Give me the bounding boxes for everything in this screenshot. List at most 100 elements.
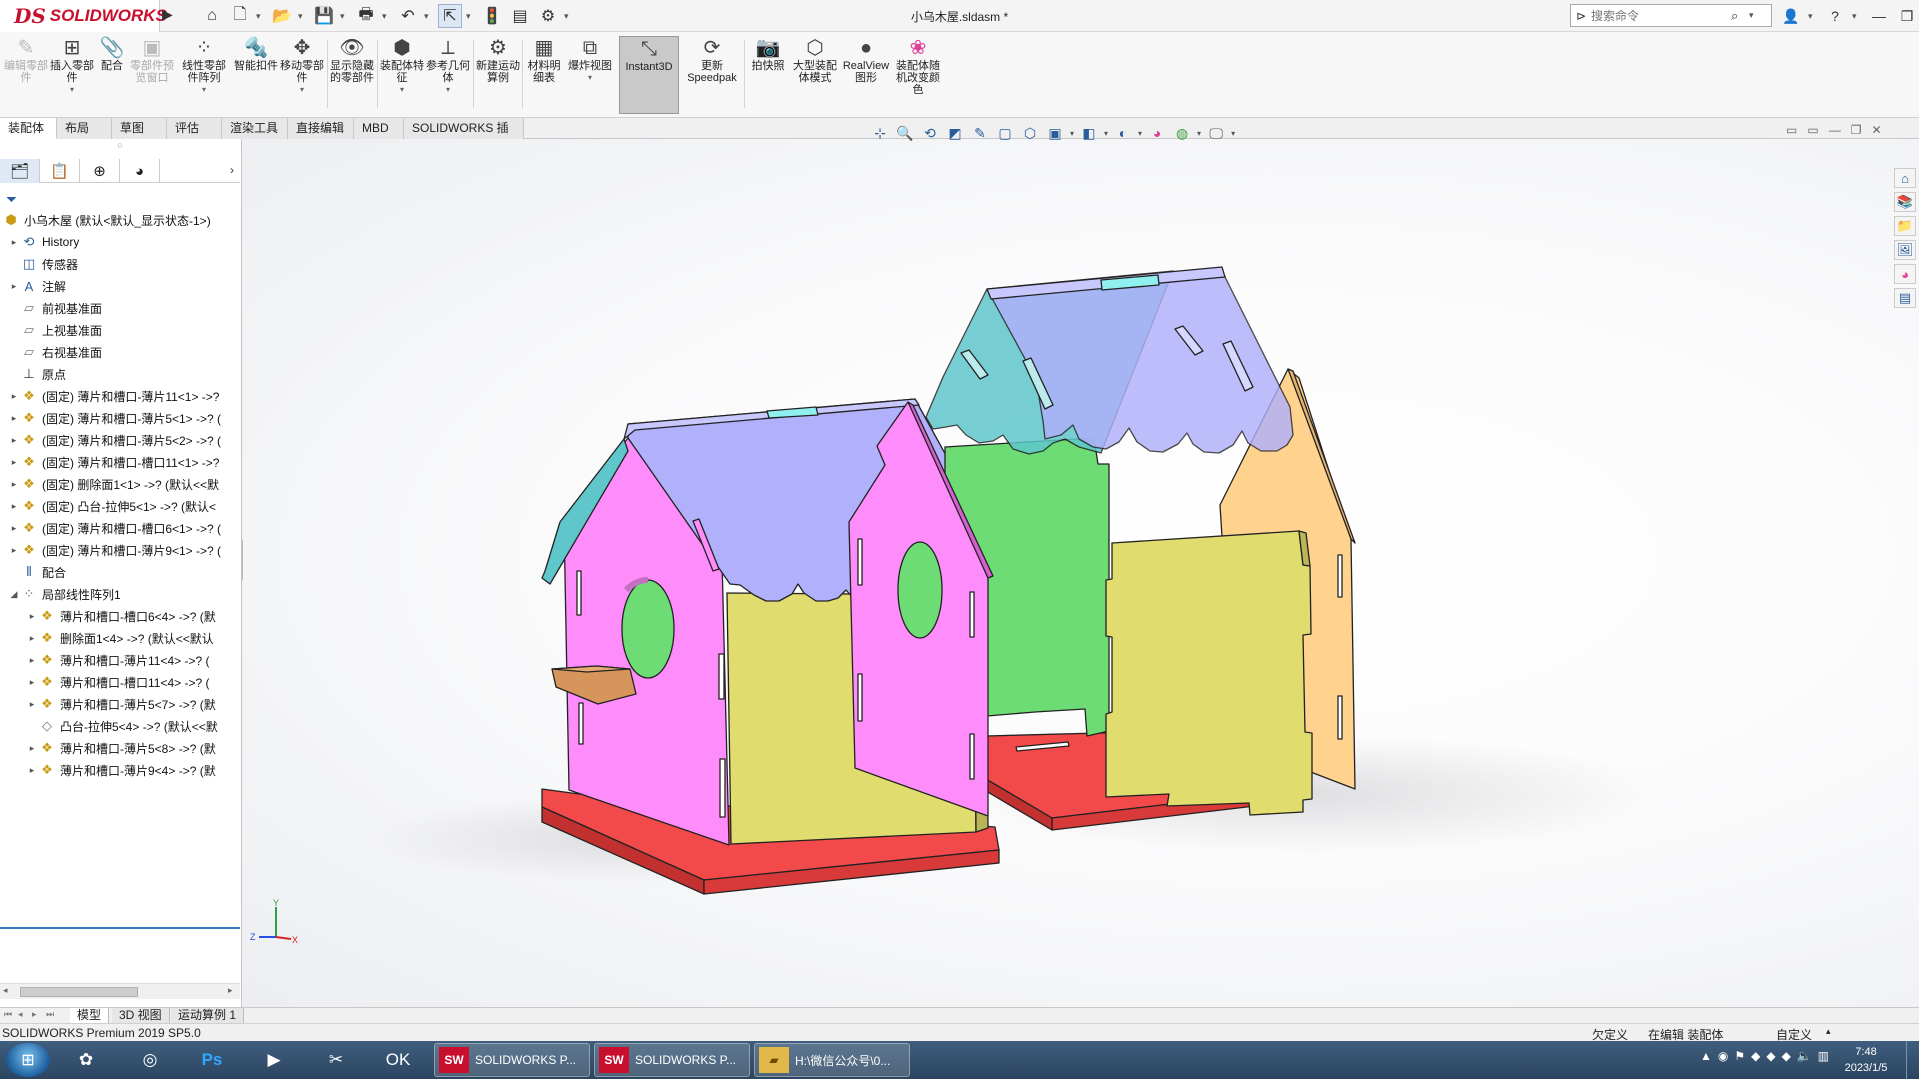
instant3d-button[interactable]: ⤡ Instant3D: [619, 36, 679, 114]
select-cursor-icon[interactable]: ⇱: [438, 4, 462, 28]
insert-dropdown-icon[interactable]: ▾: [70, 84, 74, 96]
restore-icon[interactable]: ❐: [1896, 8, 1918, 25]
random-color-button[interactable]: ❀ 装配体随机改变颜色: [894, 36, 942, 114]
insert-components-button[interactable]: ⊞ 插入零部件 ▾: [50, 36, 94, 114]
viewport-restore-icon[interactable]: ❐: [1851, 123, 1862, 137]
edit-component-button[interactable]: ✎ 编辑零部件: [4, 36, 48, 114]
home-icon[interactable]: ⌂: [200, 4, 224, 28]
taskbar-folder[interactable]: ▰ H:\微信公众号\0...: [754, 1043, 910, 1077]
hide-show-items-icon[interactable]: ◧: [1079, 123, 1099, 143]
section-view-icon[interactable]: ◩: [945, 123, 965, 143]
user-dropdown-icon[interactable]: ▾: [1808, 11, 1818, 22]
search-commands[interactable]: ⊳ ⌕ ▾: [1570, 4, 1772, 27]
display-mode-icon[interactable]: ▣: [1045, 123, 1065, 143]
tree-item[interactable]: ▸ ❖ (固定) 薄片和槽口-槽口11<1> ->?: [0, 451, 240, 473]
scene-dropdown-icon[interactable]: ▾: [1197, 129, 1201, 138]
property-manager-icon[interactable]: 📋: [40, 159, 80, 183]
featuremanager-tree-icon[interactable]: 🗂: [0, 159, 40, 183]
next-tab-icon[interactable]: ▸: [32, 1009, 37, 1020]
tree-item[interactable]: ▸ ❖ 删除面1<4> ->? (默认<<默认: [0, 627, 240, 649]
explode-dropdown-icon[interactable]: ▾: [588, 72, 592, 84]
tree-item[interactable]: ▱ 上视基准面: [0, 319, 240, 341]
new-document-icon[interactable]: 🗋: [228, 4, 252, 28]
tree-item[interactable]: ▸ ❖ (固定) 删除面1<1> ->? (默认<<默: [0, 473, 240, 495]
expand-arrow-icon[interactable]: ▸: [8, 435, 20, 446]
expand-arrow-icon[interactable]: ▸: [8, 237, 20, 248]
move-component-button[interactable]: ✥ 移动零部件 ▾: [280, 36, 324, 114]
tree-item[interactable]: ▸ ❖ 薄片和槽口-薄片9<4> ->? (默: [0, 759, 240, 781]
tab-assembly[interactable]: 装配体: [0, 118, 57, 139]
expand-arrow-icon[interactable]: ▸: [8, 281, 20, 292]
graphics-area[interactable]: Y Z X: [243, 139, 1919, 1007]
mate-button[interactable]: 📎 配合: [96, 36, 128, 114]
appearance-dropdown-icon[interactable]: ▾: [1138, 129, 1142, 138]
update-speedpak-button[interactable]: ⟳ 更新Speedpak: [684, 36, 740, 114]
monitor-dropdown-icon[interactable]: ▾: [1231, 129, 1235, 138]
tree-item[interactable]: ◇ 凸台-拉伸5<4> ->? (默认<<默: [0, 715, 240, 737]
tab-motion-study-1[interactable]: 运动算例 1: [171, 1008, 245, 1024]
tray-sw3-icon[interactable]: ◆: [1782, 1049, 1791, 1063]
minimize-icon[interactable]: —: [1868, 8, 1890, 24]
zoom-to-area-icon[interactable]: 🔍: [895, 123, 915, 143]
expand-arrow-icon[interactable]: ▸: [26, 633, 38, 644]
rebuild-traffic-light-icon[interactable]: 🚦: [480, 4, 504, 28]
file-explorer-icon[interactable]: 📁: [1894, 216, 1916, 236]
tab-3d-views[interactable]: 3D 视图: [112, 1008, 170, 1024]
search-dropdown-icon[interactable]: ▾: [1749, 10, 1759, 21]
expand-arrow-icon[interactable]: ▸: [26, 743, 38, 754]
tray-sw-icon[interactable]: ◆: [1751, 1049, 1760, 1063]
tree-item[interactable]: ▸ ❖ 薄片和槽口-槽口11<4> ->? (: [0, 671, 240, 693]
tree-item[interactable]: ▱ 前视基准面: [0, 297, 240, 319]
realview-button[interactable]: ● RealView图形: [840, 36, 892, 114]
solidworks-logo[interactable]: DS SOLIDWORKS: [0, 0, 167, 32]
tab-model[interactable]: 模型: [70, 1008, 110, 1024]
print-dropdown-icon[interactable]: ▾: [382, 11, 392, 22]
tray-sw2-icon[interactable]: ◆: [1766, 1049, 1775, 1063]
search-icon[interactable]: ⌕: [1731, 8, 1749, 24]
reference-geometry-button[interactable]: ⟂ 参考几何体 ▾: [426, 36, 470, 114]
large-assembly-mode-button[interactable]: ⬡ 大型装配体模式: [792, 36, 838, 114]
units-dropdown-icon[interactable]: ▴: [1826, 1026, 1831, 1037]
options-dropdown-icon[interactable]: ▾: [564, 11, 574, 22]
reference-dropdown-icon[interactable]: ▾: [446, 84, 450, 96]
show-hidden-components-button[interactable]: 👁 显示隐藏的零部件: [330, 36, 374, 114]
tree-item[interactable]: ▸ ❖ (固定) 薄片和槽口-薄片5<1> ->? (: [0, 407, 240, 429]
expand-arrow-icon[interactable]: ▸: [8, 501, 20, 512]
viewport-minimize-icon[interactable]: —: [1829, 123, 1841, 137]
tree-item[interactable]: ▱ 右视基准面: [0, 341, 240, 363]
select-dropdown-icon[interactable]: ▾: [466, 11, 476, 22]
photoshop-icon[interactable]: Ps: [190, 1044, 234, 1076]
volume-icon[interactable]: 🔈: [1797, 1049, 1812, 1063]
print-icon[interactable]: 🖶: [354, 4, 378, 28]
custom-properties-icon[interactable]: ▤: [1894, 288, 1916, 308]
tree-item[interactable]: ▸ ❖ (固定) 薄片和槽口-槽口6<1> ->? (: [0, 517, 240, 539]
exploded-entrance-hole[interactable]: [897, 541, 943, 639]
display-manager-icon[interactable]: ◕: [120, 159, 160, 183]
tab-solidworks-addins[interactable]: SOLIDWORKS 插件: [404, 118, 524, 155]
search-input[interactable]: [1591, 8, 1731, 23]
tile-right-icon[interactable]: ▭: [1807, 123, 1818, 137]
tray-app-icon[interactable]: ◉: [1718, 1049, 1728, 1063]
browser-icon[interactable]: ◎: [128, 1044, 172, 1076]
scroll-right-icon[interactable]: ▸: [228, 985, 233, 996]
tray-expand-icon[interactable]: ▲: [1700, 1049, 1712, 1063]
appearances-icon[interactable]: ◕: [1894, 264, 1916, 284]
previous-view-icon[interactable]: ⟲: [920, 123, 940, 143]
save-dropdown-icon[interactable]: ▾: [340, 11, 350, 22]
expand-arrow-icon[interactable]: ▸: [8, 413, 20, 424]
expand-arrow-icon[interactable]: ▸: [26, 677, 38, 688]
file-properties-icon[interactable]: ▤: [508, 4, 532, 28]
tree-item[interactable]: ▸ ❖ (固定) 凸台-拉伸5<1> ->? (默认<: [0, 495, 240, 517]
scroll-thumb[interactable]: [20, 987, 138, 997]
tree-item[interactable]: ▸ ❖ (固定) 薄片和槽口-薄片11<1> ->?: [0, 385, 240, 407]
hide-show-dropdown-icon[interactable]: ▾: [1104, 129, 1108, 138]
view-settings-icon[interactable]: ◍: [1172, 123, 1192, 143]
expand-arrow-icon[interactable]: ▸: [26, 611, 38, 622]
network-icon[interactable]: ▥: [1818, 1049, 1829, 1063]
tab-render-tools[interactable]: 渲染工具: [222, 118, 288, 139]
tab-sketch[interactable]: 草图: [112, 118, 167, 139]
tab-layout[interactable]: 布局: [57, 118, 112, 139]
apply-scene-icon[interactable]: ◕: [1147, 123, 1167, 143]
expand-arrow-icon[interactable]: ▸: [26, 765, 38, 776]
taskbar-solidworks-2[interactable]: SW SOLIDWORKS P...: [594, 1043, 750, 1077]
